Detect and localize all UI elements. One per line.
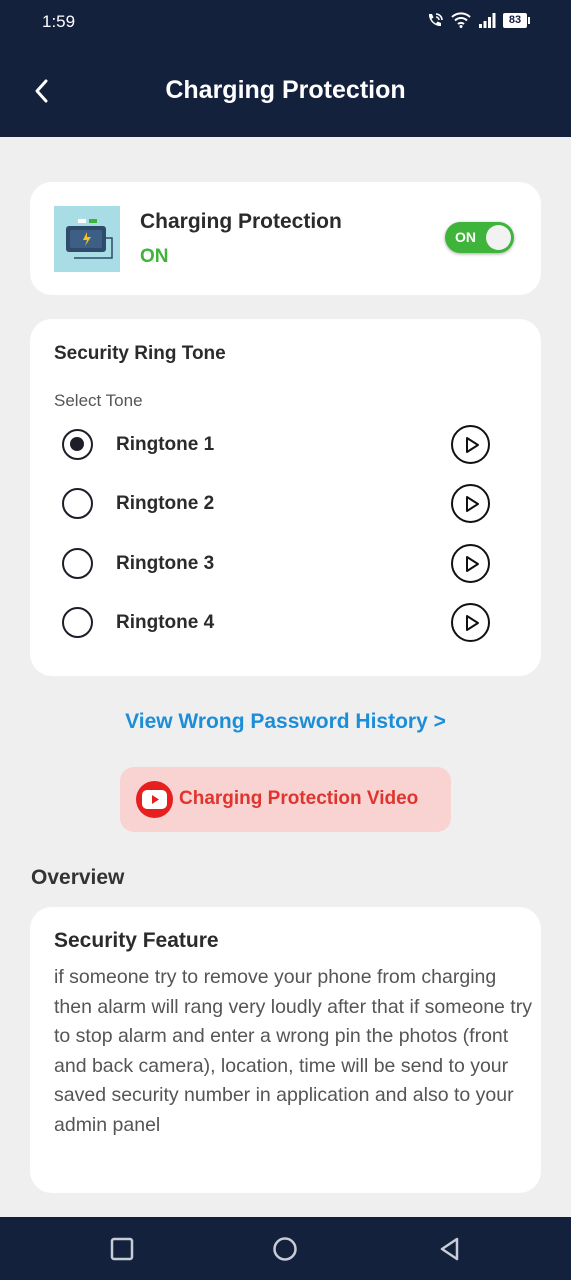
ringtone-heading: Security Ring Tone xyxy=(54,343,226,364)
overview-card: Security Feature if someone try to remov… xyxy=(30,907,541,1193)
radio-unselected-icon[interactable] xyxy=(62,607,93,638)
app-bar: Charging Protection xyxy=(0,46,571,137)
play-icon[interactable] xyxy=(451,603,490,642)
wifi-icon xyxy=(451,12,471,28)
protection-toggle[interactable]: ON xyxy=(445,222,514,253)
video-button-label: Charging Protection Video xyxy=(179,788,419,809)
charging-illustration-icon xyxy=(54,206,120,272)
ringtone-card: Security Ring Tone Select Tone Ringtone … xyxy=(30,319,541,676)
feature-description: if someone try to remove your phone from… xyxy=(54,966,532,1136)
ringtone-label: Ringtone 4 xyxy=(116,612,215,633)
battery-icon: 83 xyxy=(503,12,530,28)
status-time: 1:59 xyxy=(42,12,76,31)
ringtone-label: Ringtone 1 xyxy=(116,434,215,455)
status-bar: 1:59 83 xyxy=(0,0,571,46)
ringtone-option-3[interactable]: Ringtone 3 xyxy=(60,542,500,586)
ringtone-option-1[interactable]: Ringtone 1 xyxy=(60,423,500,467)
radio-unselected-icon[interactable] xyxy=(62,548,93,579)
signal-icon xyxy=(479,13,496,28)
protection-card: Charging Protection ON ON xyxy=(30,182,541,295)
ringtone-option-2[interactable]: Ringtone 2 xyxy=(60,482,500,526)
protection-state: ON xyxy=(140,246,169,267)
wrong-password-history-link[interactable]: View Wrong Password History > xyxy=(0,710,571,734)
status-icons: 83 xyxy=(426,12,530,28)
protection-title: Charging Protection xyxy=(140,210,342,233)
recents-square-icon[interactable] xyxy=(109,1236,135,1262)
youtube-icon xyxy=(136,781,173,818)
toggle-label: ON xyxy=(455,229,476,245)
radio-selected-icon[interactable] xyxy=(62,429,93,460)
play-icon[interactable] xyxy=(451,484,490,523)
play-icon[interactable] xyxy=(451,544,490,583)
overview-title: Overview xyxy=(31,866,125,889)
ringtone-subheading: Select Tone xyxy=(54,391,143,410)
back-triangle-icon[interactable] xyxy=(437,1236,463,1262)
radio-unselected-icon[interactable] xyxy=(62,488,93,519)
play-icon[interactable] xyxy=(451,425,490,464)
page-title: Charging Protection xyxy=(165,76,406,104)
protection-video-button[interactable]: Charging Protection Video xyxy=(120,767,451,832)
system-nav-bar xyxy=(0,1217,571,1280)
home-circle-icon[interactable] xyxy=(272,1236,298,1262)
ringtone-option-4[interactable]: Ringtone 4 xyxy=(60,601,500,645)
feature-heading: Security Feature xyxy=(54,929,219,952)
ringtone-label: Ringtone 3 xyxy=(116,553,215,574)
ringtone-label: Ringtone 2 xyxy=(116,493,215,514)
toggle-knob xyxy=(486,225,511,250)
call-wifi-icon xyxy=(428,13,443,27)
